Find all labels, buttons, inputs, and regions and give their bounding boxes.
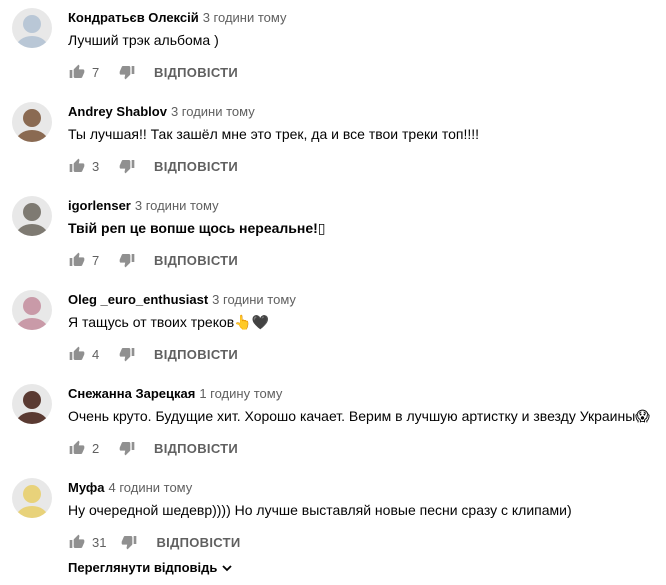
- comment-header: Муфа 4 години тому: [68, 479, 192, 497]
- like-icon[interactable]: [68, 63, 86, 81]
- comment: Oleg _euro_enthusiast 3 години тому Я тащ…: [0, 282, 666, 376]
- dislike-icon[interactable]: [118, 251, 136, 269]
- like-icon[interactable]: [68, 533, 86, 551]
- comment-actions: 4 ВІДПОВІСТИ: [68, 342, 238, 366]
- dislike-icon[interactable]: [118, 439, 136, 457]
- dislike-icon[interactable]: [118, 345, 136, 363]
- comment-text: Лучший трэк альбома ): [68, 32, 219, 48]
- comment: Снежанна Зарецкая 1 годину тому Очень кру…: [0, 376, 666, 470]
- view-replies-label: Переглянути відповідь: [68, 560, 218, 575]
- author-name[interactable]: Кондратьєв Олексій: [68, 10, 199, 25]
- comment-header: Andrey Shablov 3 години тому: [68, 103, 255, 121]
- like-count: 2: [92, 440, 100, 456]
- comment: igorlenser 3 години тому Твій реп це вопш…: [0, 188, 666, 282]
- dislike-icon[interactable]: [120, 533, 138, 551]
- comment-header: Снежанна Зарецкая 1 годину тому: [68, 385, 282, 403]
- dislike-icon[interactable]: [118, 157, 136, 175]
- avatar[interactable]: [12, 290, 52, 330]
- like-count: 31: [92, 534, 107, 550]
- comment-text: Ты лучшая!! Так зашёл мне это трек, да и…: [68, 126, 480, 142]
- reply-button[interactable]: ВІДПОВІСТИ: [154, 253, 238, 268]
- reply-button[interactable]: ВІДПОВІСТИ: [154, 159, 238, 174]
- avatar[interactable]: [12, 384, 52, 424]
- avatar[interactable]: [12, 102, 52, 142]
- avatar[interactable]: [12, 196, 52, 236]
- comment-actions: 7 ВІДПОВІСТИ: [68, 248, 238, 272]
- comment-text: Я тащусь от твоих треков👆🖤: [68, 314, 270, 330]
- comment-time[interactable]: 3 години тому: [135, 198, 219, 213]
- comment-header: Oleg _euro_enthusiast 3 години тому: [68, 291, 296, 309]
- comment: Кондратьєв Олексій 3 години тому Лучший т…: [0, 0, 666, 94]
- comment-time[interactable]: 3 години тому: [212, 292, 296, 307]
- author-name[interactable]: Снежанна Зарецкая: [68, 386, 195, 401]
- comment: Andrey Shablov 3 години тому Ты лучшая!! …: [0, 94, 666, 188]
- like-count: 4: [92, 346, 100, 362]
- comment-time[interactable]: 1 годину тому: [199, 386, 282, 401]
- comment-actions: 7 ВІДПОВІСТИ: [68, 60, 238, 84]
- like-icon[interactable]: [68, 439, 86, 457]
- comment-time[interactable]: 4 години тому: [109, 480, 193, 495]
- comment-text: Твій реп це вопше щось нереальне!▯: [68, 220, 326, 236]
- author-name[interactable]: igorlenser: [68, 198, 131, 213]
- chevron-down-icon: [222, 564, 233, 571]
- comment-actions: 3 ВІДПОВІСТИ: [68, 154, 238, 178]
- reply-button[interactable]: ВІДПОВІСТИ: [154, 441, 238, 456]
- avatar[interactable]: [12, 8, 52, 48]
- comment-actions: 31 ВІДПОВІСТИ: [68, 530, 241, 554]
- like-icon[interactable]: [68, 345, 86, 363]
- comment-text: Ну очередной шедевр)))) Но лучше выставл…: [68, 502, 572, 518]
- reply-button[interactable]: ВІДПОВІСТИ: [156, 535, 240, 550]
- comment: Муфа 4 години тому Ну очередной шедевр)))…: [0, 470, 666, 564]
- reply-button[interactable]: ВІДПОВІСТИ: [154, 347, 238, 362]
- comment-header: Кондратьєв Олексій 3 години тому: [68, 9, 286, 27]
- author-name[interactable]: Муфа: [68, 480, 105, 495]
- comment-text: Очень круто. Будущие хит. Хорошо качает.…: [68, 408, 650, 424]
- dislike-icon[interactable]: [118, 63, 136, 81]
- author-name[interactable]: Oleg _euro_enthusiast: [68, 292, 208, 307]
- like-icon[interactable]: [68, 251, 86, 269]
- comment-time[interactable]: 3 години тому: [171, 104, 255, 119]
- like-count: 7: [92, 64, 100, 80]
- like-count: 3: [92, 158, 100, 174]
- comment-actions: 2 ВІДПОВІСТИ: [68, 436, 238, 460]
- like-count: 7: [92, 252, 100, 268]
- avatar[interactable]: [12, 478, 52, 518]
- author-name[interactable]: Andrey Shablov: [68, 104, 167, 119]
- comment-time[interactable]: 3 години тому: [203, 10, 287, 25]
- reply-button[interactable]: ВІДПОВІСТИ: [154, 65, 238, 80]
- comment-header: igorlenser 3 години тому: [68, 197, 219, 215]
- like-icon[interactable]: [68, 157, 86, 175]
- view-replies-button[interactable]: Переглянути відповідь: [68, 560, 233, 575]
